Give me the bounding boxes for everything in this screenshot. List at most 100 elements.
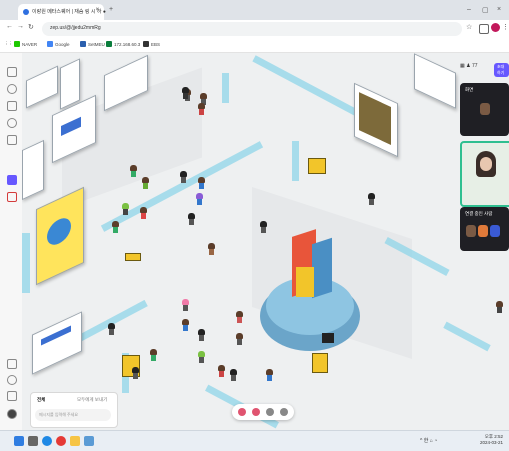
record-icon[interactable] <box>7 192 17 202</box>
avatar[interactable] <box>130 165 137 177</box>
sculpture-blue <box>312 237 332 299</box>
bookmark-icon[interactable] <box>7 135 17 145</box>
edge-icon[interactable] <box>42 436 52 446</box>
avatar[interactable] <box>180 171 187 183</box>
back-icon[interactable]: ← <box>6 23 13 30</box>
kiosk[interactable] <box>322 333 334 343</box>
profile-avatar[interactable] <box>491 23 500 32</box>
board[interactable] <box>32 311 82 375</box>
share-icon[interactable] <box>7 375 17 385</box>
connected-panel[interactable]: 연결 중인 사람 <box>460 207 509 251</box>
participant-avatar <box>490 225 500 237</box>
wall <box>443 321 491 352</box>
minimize-icon[interactable]: – <box>467 6 471 13</box>
metaverse-map[interactable]: ▦ ♟ 77 초대하기 화면 연결 중인 사람 <box>22 53 509 430</box>
settings-icon[interactable] <box>7 118 17 128</box>
board[interactable] <box>22 139 44 201</box>
board[interactable] <box>26 65 58 109</box>
avatar[interactable] <box>198 329 205 341</box>
avatar[interactable] <box>208 243 215 255</box>
clock[interactable]: 오후 2:52 2024-03-21 <box>480 434 503 446</box>
avatar[interactable] <box>236 311 243 323</box>
camera-icon[interactable] <box>252 408 260 416</box>
avatar[interactable] <box>150 349 157 361</box>
avatar[interactable] <box>236 333 243 345</box>
chat-input-placeholder: 메시지를 입력해 주세요 <box>39 412 79 417</box>
avatar[interactable] <box>196 193 203 205</box>
board[interactable] <box>354 82 398 158</box>
avatar[interactable] <box>496 301 503 313</box>
board[interactable] <box>60 58 80 110</box>
folder-icon[interactable] <box>70 436 80 446</box>
video-tile[interactable] <box>460 141 509 207</box>
url-bar[interactable]: zep.us/@/jjedu2mmRg <box>42 22 462 36</box>
reload-icon[interactable]: ↻ <box>28 23 34 31</box>
close-window-icon[interactable]: × <box>497 6 501 13</box>
layout-icon[interactable]: ▦ <box>460 63 465 69</box>
avatar[interactable] <box>368 193 375 205</box>
participant-avatar <box>480 103 490 115</box>
menu-kebab-icon[interactable]: ⋮ <box>502 23 509 31</box>
wall <box>292 141 299 181</box>
avatar[interactable] <box>132 367 139 379</box>
user-avatar[interactable] <box>7 409 17 419</box>
screen-panel[interactable]: 화면 <box>460 83 509 136</box>
avatar[interactable] <box>198 103 205 115</box>
avatar[interactable] <box>122 203 129 215</box>
search-icon[interactable] <box>28 436 38 446</box>
avatar[interactable] <box>188 213 195 225</box>
avatar[interactable] <box>108 323 115 335</box>
bookmark-naver[interactable]: NAVER <box>14 41 37 47</box>
media-toolbar <box>232 404 294 420</box>
site-favicon <box>23 9 29 15</box>
browser-tab[interactable]: 이랑원 메타스퀘어 | 재슴 링 시 하 ● × <box>18 4 106 20</box>
avatar[interactable] <box>182 87 189 99</box>
bookmark-ebs[interactable]: EBS <box>143 41 160 47</box>
connected-panel-title: 연결 중인 사람 <box>465 211 493 216</box>
screen-share-icon[interactable] <box>266 408 274 416</box>
app-icon[interactable] <box>7 175 17 185</box>
bookmark-google[interactable]: Google <box>47 41 70 47</box>
url-text: zep.us/@/jjedu2mmRg <box>50 25 101 31</box>
new-tab-icon[interactable]: + <box>109 6 113 13</box>
chat-icon[interactable] <box>7 359 17 369</box>
avatar[interactable] <box>140 207 147 219</box>
chat-tab-all[interactable]: 전체 <box>37 397 45 403</box>
board[interactable] <box>414 53 456 109</box>
avatar[interactable] <box>198 177 205 189</box>
extensions-icon[interactable] <box>479 24 489 34</box>
bookmark-setmeu[interactable]: SetMEU <box>80 41 105 47</box>
close-tab-icon[interactable]: × <box>95 7 99 13</box>
avatar[interactable] <box>218 365 225 377</box>
map-icon[interactable] <box>7 101 17 111</box>
bookmark-star-icon[interactable]: ☆ <box>466 23 472 31</box>
chrome-icon[interactable] <box>56 436 66 446</box>
apps-grid-icon[interactable]: ⋮⋮ <box>4 41 13 47</box>
forward-icon[interactable]: → <box>17 23 24 30</box>
start-icon[interactable] <box>14 436 24 446</box>
avatar[interactable] <box>266 369 273 381</box>
maximize-icon[interactable]: ▢ <box>482 6 489 14</box>
app-tray-icon[interactable] <box>84 436 94 446</box>
invite-button[interactable]: 초대하기 <box>494 63 509 77</box>
emoji-icon[interactable] <box>280 408 288 416</box>
avatar[interactable] <box>112 221 119 233</box>
chat-tab-everyone[interactable]: 모두에게 보내기 <box>77 397 107 403</box>
menu-icon[interactable] <box>7 67 17 77</box>
avatar[interactable] <box>142 177 149 189</box>
avatar[interactable] <box>182 299 189 311</box>
participant-avatar <box>466 225 476 237</box>
avatar[interactable] <box>182 319 189 331</box>
gear-icon[interactable] <box>7 391 17 401</box>
avatar[interactable] <box>230 369 237 381</box>
mic-icon[interactable] <box>238 408 246 416</box>
board[interactable] <box>36 186 84 286</box>
clock-date: 2024-03-21 <box>479 440 503 445</box>
os-taskbar: ^ 한 ⌂ ◔ 오후 2:52 2024-03-21 <box>0 430 509 451</box>
chat-input[interactable]: 메시지를 입력해 주세요 <box>35 409 111 421</box>
location-icon[interactable] <box>7 84 17 94</box>
tray-icons[interactable]: ^ 한 ⌂ ◔ <box>420 437 437 444</box>
bookmark-ip[interactable]: 172.168.60.3 <box>106 41 140 47</box>
avatar[interactable] <box>260 221 267 233</box>
avatar[interactable] <box>198 351 205 363</box>
